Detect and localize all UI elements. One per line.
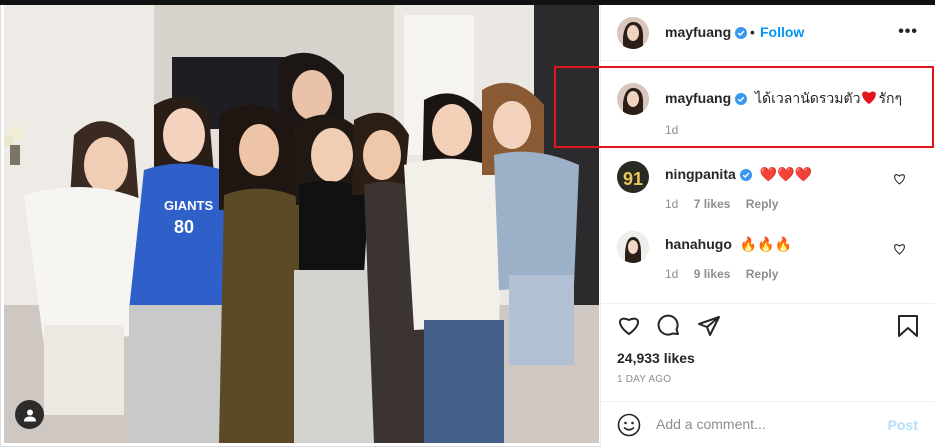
avatar[interactable] — [617, 17, 649, 49]
comment-like-heart-icon[interactable] — [893, 243, 906, 255]
post-actions: 24,933 likes 1 DAY AGO — [601, 303, 935, 393]
svg-text:80: 80 — [174, 217, 194, 237]
svg-text:GIANTS: GIANTS — [164, 198, 213, 213]
verified-badge-icon — [735, 27, 748, 39]
tag-user-icon[interactable] — [15, 400, 44, 429]
post-button[interactable]: Post — [888, 417, 918, 433]
comment-icon[interactable] — [657, 314, 681, 338]
post-timestamp[interactable]: 1 DAY AGO — [617, 374, 671, 385]
comment-time[interactable]: 1d — [665, 197, 678, 211]
group-photo-image: GIANTS 80 — [4, 5, 599, 443]
reply-button[interactable]: Reply — [746, 267, 779, 281]
post-photo[interactable]: GIANTS 80 — [4, 5, 599, 443]
comment-meta: 1d 7 likes Reply — [665, 197, 790, 211]
separator-dot: • — [750, 24, 755, 40]
comment-username[interactable]: hanahugo — [665, 236, 732, 252]
list-item: 91 ningpanita ❤️❤️❤️ 1d 7 likes Reply — [601, 157, 935, 221]
likes-count[interactable]: 24,933 likes — [617, 350, 695, 366]
avatar[interactable] — [617, 231, 649, 263]
heart-icon[interactable] — [617, 314, 641, 336]
author-username[interactable]: mayfuang — [665, 24, 731, 40]
comment-text: 🔥🔥🔥 — [739, 236, 793, 252]
avatar[interactable]: 91 — [617, 161, 649, 193]
bookmark-icon[interactable] — [897, 314, 919, 338]
caption-highlight-box — [554, 66, 934, 148]
comment-time[interactable]: 1d — [665, 267, 678, 281]
comment-like-heart-icon[interactable] — [893, 173, 906, 185]
svg-text:91: 91 — [623, 169, 643, 189]
comment-meta: 1d 9 likes Reply — [665, 267, 790, 281]
post-header: mayfuang • Follow ••• — [601, 5, 935, 61]
follow-button[interactable]: Follow — [760, 24, 804, 40]
comment-text: ❤️❤️❤️ — [759, 166, 812, 182]
list-item: hanahugo 🔥🔥🔥 1d 9 likes Reply — [601, 227, 935, 291]
share-icon[interactable] — [697, 314, 721, 338]
add-comment-bar: Post — [601, 401, 935, 447]
comment-username[interactable]: ningpanita — [665, 166, 736, 182]
reply-button[interactable]: Reply — [746, 197, 779, 211]
comment-input[interactable] — [656, 416, 876, 432]
emoji-icon[interactable] — [617, 413, 641, 437]
more-options-icon[interactable]: ••• — [898, 23, 918, 41]
verified-badge-icon — [739, 169, 752, 181]
comment-likes[interactable]: 9 likes — [694, 267, 731, 281]
comment-likes[interactable]: 7 likes — [694, 197, 731, 211]
